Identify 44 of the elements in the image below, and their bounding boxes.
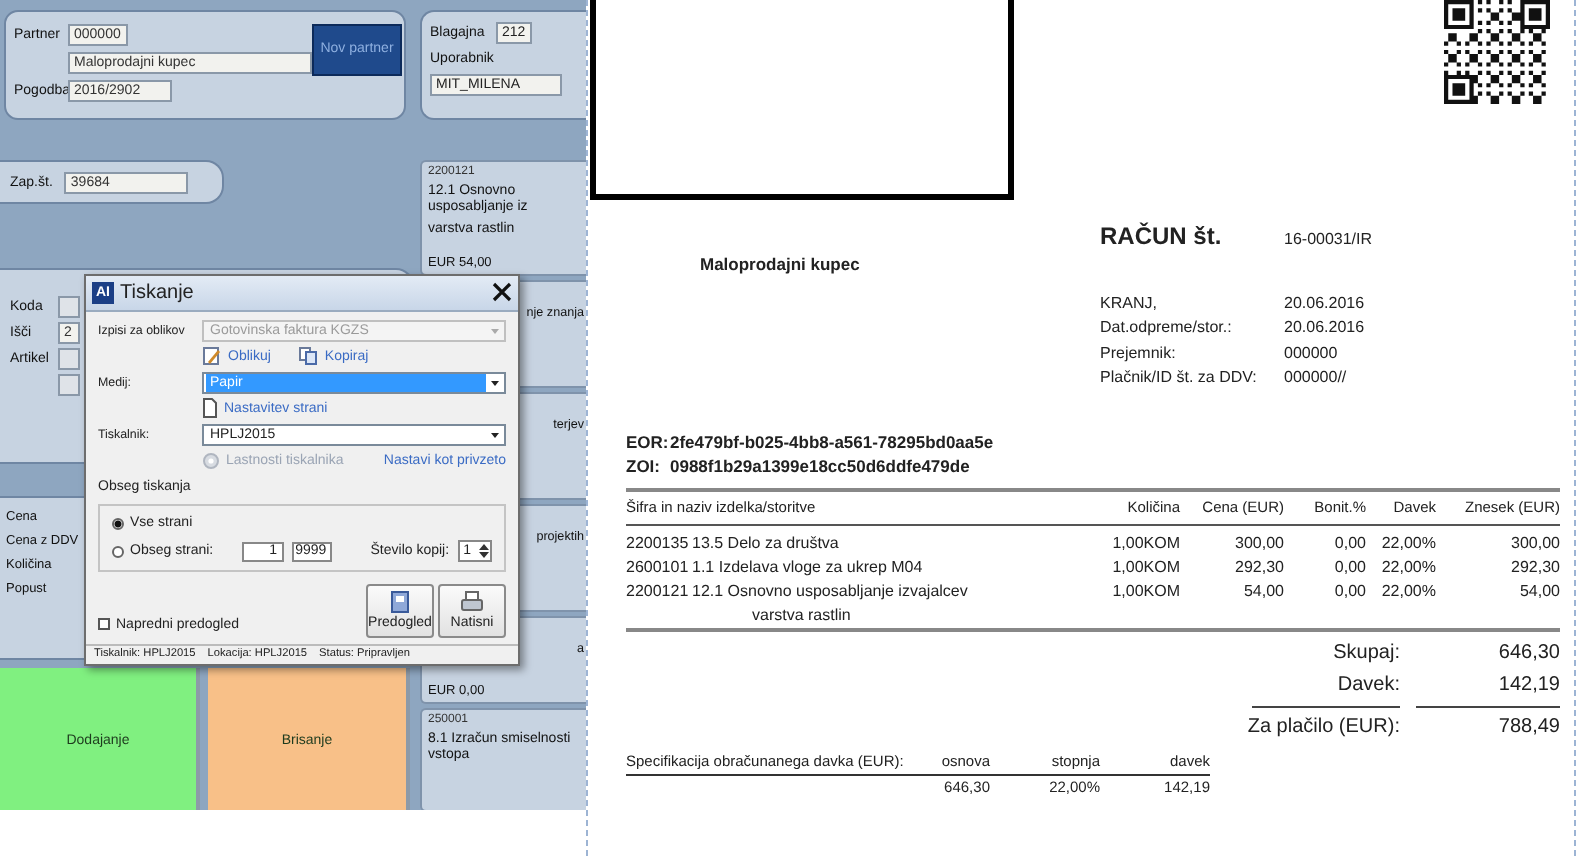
window-title: Tiskanje — [120, 281, 196, 304]
detail-value: 20.06.2016 — [1284, 318, 1367, 337]
total-label: Skupaj: — [1331, 640, 1400, 668]
table-cell-text: 2600101 — [626, 556, 691, 580]
code-value: 0988f1b29a1399e18cc50d6ddfe479de — [670, 456, 972, 476]
table-cell-text: 54,00 — [1517, 580, 1560, 604]
table-cell-text: 1.1 Izdelava vloge za ukrep M04 — [692, 556, 925, 580]
table-cell-text: 0,00 — [1332, 580, 1366, 604]
table-cell-text: 0,00 — [1332, 532, 1366, 556]
code-value: 2fe479bf-b025-4bb8-a561-78295bd0aa5e — [670, 432, 996, 452]
detail-value: 000000 — [1284, 343, 1340, 362]
total-value: 142,19 — [1496, 672, 1560, 700]
total-label: Davek: — [1335, 672, 1400, 700]
table-cell-text: 1,00KOM — [1110, 580, 1180, 604]
total-value: 646,30 — [1496, 640, 1560, 668]
table-cell-text: 22,00% — [1379, 556, 1436, 580]
table-cell-text: 292,30 — [1233, 556, 1284, 580]
table-cell-text: 54,00 — [1241, 580, 1284, 604]
table-cell-text: 22,00% — [1379, 580, 1436, 604]
table-cell-text: 1,00KOM — [1110, 532, 1180, 556]
table-cell-text: 2200135 — [626, 532, 691, 556]
table-cell-text: 300,00 — [1509, 532, 1560, 556]
table-cell-text: 22,00% — [1379, 532, 1436, 556]
detail-label: KRANJ, — [1100, 293, 1159, 312]
table-cell-text: varstva rastlin — [750, 604, 853, 628]
table-cell-text: 2200121 — [626, 580, 691, 604]
detail-label: Prejemnik: — [1100, 343, 1178, 362]
invoice-number: 16-00031/IR — [1284, 230, 1375, 248]
code-label: EOR: — [626, 432, 670, 452]
invoice-title: RAČUN št. — [1100, 222, 1224, 250]
buyer-name: Maloprodajni kupec — [698, 252, 862, 278]
total-value: 788,49 — [1496, 714, 1560, 742]
detail-value: 20.06.2016 — [1284, 293, 1367, 312]
table-cell-text: 12.1 Osnovno usposabljanje izvajalcev — [692, 580, 970, 604]
total-label: Za plačilo (EUR): — [1245, 714, 1400, 742]
table-cell-text: 0,00 — [1332, 556, 1366, 580]
table-cell-text: 13.5 Delo za društva — [692, 532, 841, 556]
table-cell-text: 1,00KOM — [1110, 556, 1180, 580]
detail-label: Dat.odpreme/stor.: — [1100, 318, 1234, 337]
code-label: ZOI: — [626, 456, 662, 476]
table-cell-text: 292,30 — [1509, 556, 1560, 580]
detail-label: Plačnik/ID št. za DDV: — [1100, 368, 1259, 387]
detail-value: 000000// — [1284, 368, 1349, 387]
table-cell-text: 300,00 — [1233, 532, 1284, 556]
